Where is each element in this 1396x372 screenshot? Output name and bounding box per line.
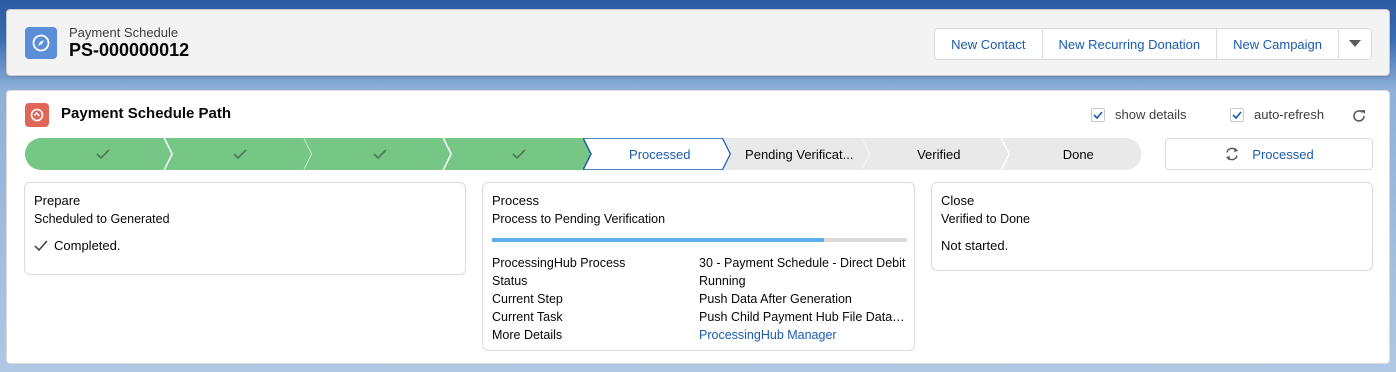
new-campaign-button[interactable]: New Campaign [1217, 29, 1339, 59]
detail-key: ProcessingHub Process [492, 256, 626, 270]
checkmark-icon [1232, 110, 1242, 119]
panel-title: Process [492, 193, 539, 208]
path-stage-5[interactable]: Processed [583, 138, 732, 170]
panel-subtitle: Scheduled to Generated [34, 212, 170, 226]
panel-status: Not started. [941, 238, 1363, 253]
panel-subtitle: Verified to Done [941, 212, 1030, 226]
show-details-toggle[interactable]: show details [1091, 107, 1187, 122]
panel-title: Prepare [34, 193, 81, 208]
detail-value: Running [699, 274, 746, 288]
chevron-down-icon [1349, 40, 1361, 47]
detail-key: Current Step [492, 292, 563, 306]
checkmark-icon [96, 148, 110, 159]
auto-refresh-label: auto-refresh [1254, 107, 1325, 122]
path-stage-label: Processed [629, 146, 691, 162]
header-actions: New Contact New Recurring Donation New C… [934, 28, 1372, 60]
path-card: Payment Schedule Path show details auto-… [6, 90, 1390, 364]
mark-stage-button[interactable]: Processed [1165, 138, 1373, 170]
mark-stage-label: Processed [1252, 146, 1314, 162]
status-text: Completed. [54, 238, 121, 253]
checkmark-icon [233, 148, 247, 159]
path-stage-3[interactable] [304, 138, 453, 170]
progress-fill [492, 238, 824, 242]
path-stage-2[interactable] [164, 138, 313, 170]
path-stage-7[interactable]: Verified [862, 138, 1011, 170]
refresh-icon[interactable] [1351, 108, 1367, 124]
panel-subtitle: Process to Pending Verification [492, 212, 666, 226]
progress-bar [492, 238, 907, 242]
auto-refresh-toggle[interactable]: auto-refresh [1230, 107, 1324, 122]
path-stage-8[interactable]: Done [1001, 138, 1150, 170]
process-panel: Process Process to Pending Verification … [482, 182, 915, 351]
path-stage-label: Done [1062, 146, 1094, 162]
new-recurring-donation-button[interactable]: New Recurring Donation [1042, 29, 1218, 59]
prepare-panel: Prepare Scheduled to Generated Completed… [24, 182, 466, 275]
path-icon [25, 103, 49, 127]
record-type-label: Payment Schedule [69, 25, 179, 40]
status-text: Not started. [941, 238, 1009, 253]
detail-value: Push Data After Generation [699, 292, 852, 306]
process-details: ProcessingHub Process 30 - Payment Schedu… [492, 256, 907, 343]
show-details-label: show details [1115, 107, 1187, 122]
detail-key: Status [492, 274, 528, 288]
show-details-checkbox[interactable] [1091, 107, 1105, 122]
record-name: PS-000000012 [69, 40, 190, 60]
processinghub-manager-link[interactable]: ProcessingHub Manager [699, 328, 837, 342]
path-title: Payment Schedule Path [61, 105, 232, 122]
path-stage-4[interactable] [443, 138, 592, 170]
detail-value: ProcessingHub Manager [699, 328, 907, 343]
path-stages: Processed Pending Verificat... Verified Don… [25, 138, 1141, 170]
sync-icon [1226, 147, 1239, 161]
panel-status: Completed. [34, 238, 456, 253]
checkmark-icon [34, 240, 48, 251]
checkmark-icon [512, 148, 526, 159]
checkmark-icon [1093, 110, 1103, 119]
new-contact-button[interactable]: New Contact [935, 29, 1043, 59]
path-stage-1[interactable] [25, 138, 174, 170]
detail-key: Current Task [492, 310, 563, 324]
record-header: Payment Schedule PS-000000012 New Contac… [6, 9, 1390, 76]
path-stage-label: Verified [917, 146, 961, 162]
compass-icon [25, 27, 57, 59]
auto-refresh-checkbox[interactable] [1230, 107, 1244, 122]
path-stage-6[interactable]: Pending Verificat... [722, 138, 871, 170]
detail-value: 30 - Payment Schedule - Direct Debit [699, 256, 906, 270]
detail-key: More Details [492, 328, 563, 342]
detail-value: Push Child Payment Hub File Data T... [699, 310, 907, 324]
path-stage-label: Pending Verificat... [745, 146, 854, 162]
panel-title: Close [941, 193, 975, 208]
checkmark-icon [373, 148, 387, 159]
more-actions-button[interactable] [1339, 29, 1371, 59]
close-panel: Close Verified to Done Not started. [931, 182, 1373, 271]
